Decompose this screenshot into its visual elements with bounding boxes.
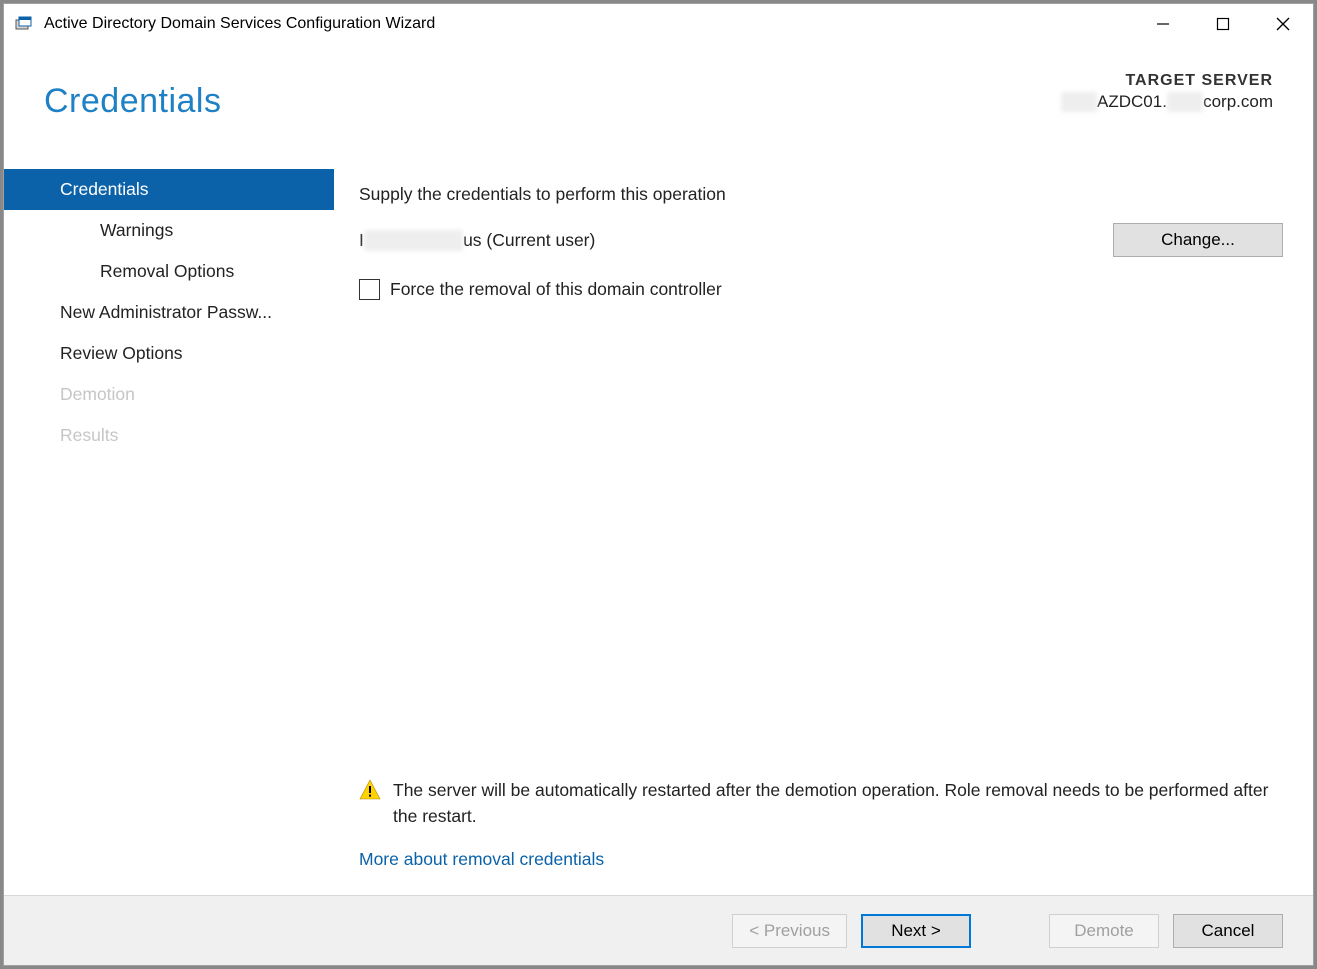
body: Credentials Warnings Removal Options New… (4, 154, 1313, 895)
instruction-text: Supply the credentials to perform this o… (359, 184, 1283, 205)
redacted-text: ███ (1061, 92, 1097, 112)
app-icon (14, 14, 34, 34)
window-controls (1133, 4, 1313, 44)
redacted-text: ████████ (364, 230, 463, 251)
next-button[interactable]: Next > (861, 914, 971, 948)
current-user-value: I████████us (Current user) (359, 230, 595, 251)
previous-button: < Previous (732, 914, 847, 948)
demote-button: Demote (1049, 914, 1159, 948)
redacted-text: ███ (1167, 92, 1203, 112)
sidebar-item-results: Results (4, 415, 334, 456)
force-removal-row: Force the removal of this domain control… (359, 279, 1283, 300)
titlebar: Active Directory Domain Services Configu… (4, 4, 1313, 44)
target-server-label: TARGET SERVER (1061, 72, 1273, 90)
content-area: Supply the credentials to perform this o… (334, 154, 1313, 895)
page-title: Credentials (44, 82, 221, 121)
sidebar-item-new-admin-password[interactable]: New Administrator Passw... (4, 292, 334, 333)
sidebar: Credentials Warnings Removal Options New… (4, 154, 334, 895)
force-removal-checkbox[interactable] (359, 279, 380, 300)
warning-row: The server will be automatically restart… (359, 777, 1283, 830)
force-removal-label: Force the removal of this domain control… (390, 279, 722, 300)
maximize-button[interactable] (1193, 4, 1253, 44)
target-server-value: ███AZDC01.███corp.com (1061, 92, 1273, 112)
target-server-box: TARGET SERVER ███AZDC01.███corp.com (1061, 72, 1273, 112)
footer: < Previous Next > Demote Cancel (4, 895, 1313, 965)
sidebar-item-demotion: Demotion (4, 374, 334, 415)
minimize-button[interactable] (1133, 4, 1193, 44)
sidebar-item-credentials[interactable]: Credentials (4, 169, 334, 210)
current-user-row: I████████us (Current user) Change... (359, 223, 1283, 257)
sidebar-item-review-options[interactable]: Review Options (4, 333, 334, 374)
wizard-window: Active Directory Domain Services Configu… (3, 3, 1314, 966)
warning-text: The server will be automatically restart… (393, 777, 1273, 830)
close-button[interactable] (1253, 4, 1313, 44)
warning-icon (359, 779, 381, 801)
sidebar-item-warnings[interactable]: Warnings (4, 210, 334, 251)
more-about-link[interactable]: More about removal credentials (359, 849, 1283, 870)
change-button[interactable]: Change... (1113, 223, 1283, 257)
sidebar-item-removal-options[interactable]: Removal Options (4, 251, 334, 292)
header: Credentials TARGET SERVER ███AZDC01.███c… (4, 44, 1313, 154)
window-title: Active Directory Domain Services Configu… (44, 15, 1133, 33)
cancel-button[interactable]: Cancel (1173, 914, 1283, 948)
